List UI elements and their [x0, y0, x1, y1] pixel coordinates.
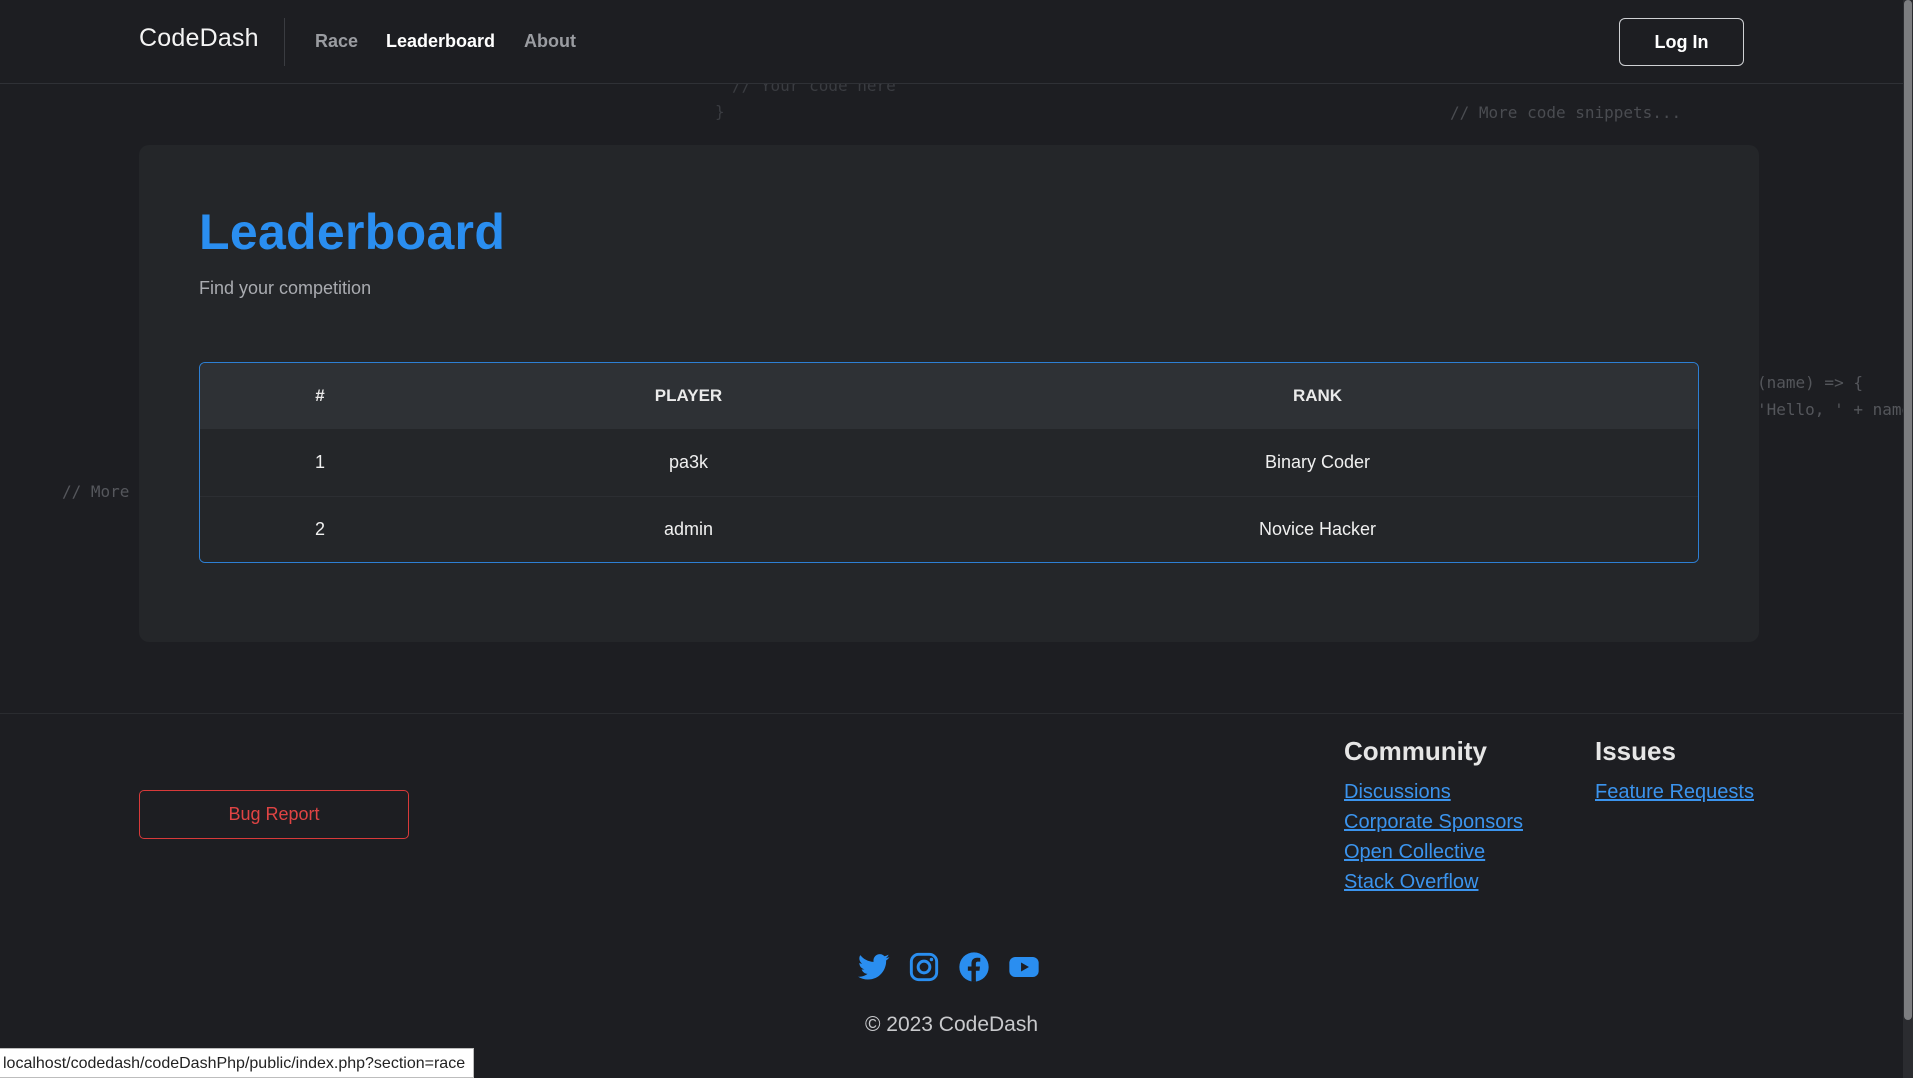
page-scrollbar[interactable] [1903, 0, 1913, 1078]
row-number: 2 [314, 519, 325, 540]
footer-issues-section: Issues Feature Requests [1595, 736, 1754, 807]
column-header-player: PLAYER [654, 386, 723, 405]
footer-community-heading: Community [1344, 736, 1487, 766]
footer-link-corporate-sponsors[interactable]: Corporate Sponsors [1344, 807, 1523, 837]
bg-code-snippet: 'Hello, ' + name + ' [1757, 400, 1912, 419]
leaderboard-card: Leaderboard Find your competition # PLAY… [139, 145, 1759, 642]
youtube-icon[interactable] [1008, 951, 1040, 983]
bug-report-button[interactable]: Bug Report [139, 790, 409, 839]
bg-code-snippet: (name) => { [1757, 373, 1863, 392]
table-row: 2 admin Novice Hacker [200, 496, 1698, 562]
twitter-icon[interactable] [858, 951, 890, 983]
footer-link-open-collective[interactable]: Open Collective [1344, 837, 1523, 867]
page-footer: Bug Report Community Discussions Corpora… [0, 713, 1903, 1078]
column-header-number: # [315, 386, 325, 405]
bg-code-snippet: // More code snippets... [1450, 103, 1682, 122]
row-number: 1 [314, 451, 325, 472]
facebook-icon[interactable] [958, 951, 990, 983]
footer-issues-heading: Issues [1595, 736, 1676, 766]
copyright-text: © 2023 CodeDash [864, 1013, 1039, 1036]
leaderboard-table: # PLAYER RANK 1 pa3k Binary Coder 2 admi… [199, 362, 1699, 563]
row-player: pa3k [668, 451, 709, 472]
instagram-icon[interactable] [908, 951, 940, 983]
footer-link-stack-overflow[interactable]: Stack Overflow [1344, 867, 1523, 897]
brand-logo[interactable]: CodeDash [139, 24, 259, 53]
bg-code-snippet: } [715, 102, 725, 121]
footer-community-section: Community Discussions Corporate Sponsors… [1344, 736, 1523, 897]
nav-link-race[interactable]: Race [315, 31, 358, 52]
table-row: 1 pa3k Binary Coder [200, 429, 1698, 496]
row-player: admin [663, 519, 714, 540]
footer-link-discussions[interactable]: Discussions [1344, 777, 1523, 807]
social-links [858, 951, 1040, 983]
top-navbar: CodeDash Race Leaderboard About Log In [0, 0, 1903, 84]
page-title: Leaderboard [199, 204, 506, 260]
page-subtitle: Find your competition [199, 278, 372, 298]
nav-link-about[interactable]: About [524, 31, 576, 52]
footer-link-feature-requests[interactable]: Feature Requests [1595, 777, 1754, 807]
browser-status-url: localhost/codedash/codeDashPhp/public/in… [0, 1048, 475, 1078]
row-rank: Binary Coder [1264, 451, 1371, 472]
row-rank: Novice Hacker [1258, 519, 1377, 540]
nav-divider [284, 18, 285, 66]
login-button[interactable]: Log In [1619, 18, 1744, 66]
scrollbar-thumb[interactable] [1904, 0, 1912, 1020]
table-header-row: # PLAYER RANK [200, 363, 1698, 429]
nav-link-leaderboard[interactable]: Leaderboard [386, 31, 495, 52]
column-header-rank: RANK [1292, 386, 1343, 405]
